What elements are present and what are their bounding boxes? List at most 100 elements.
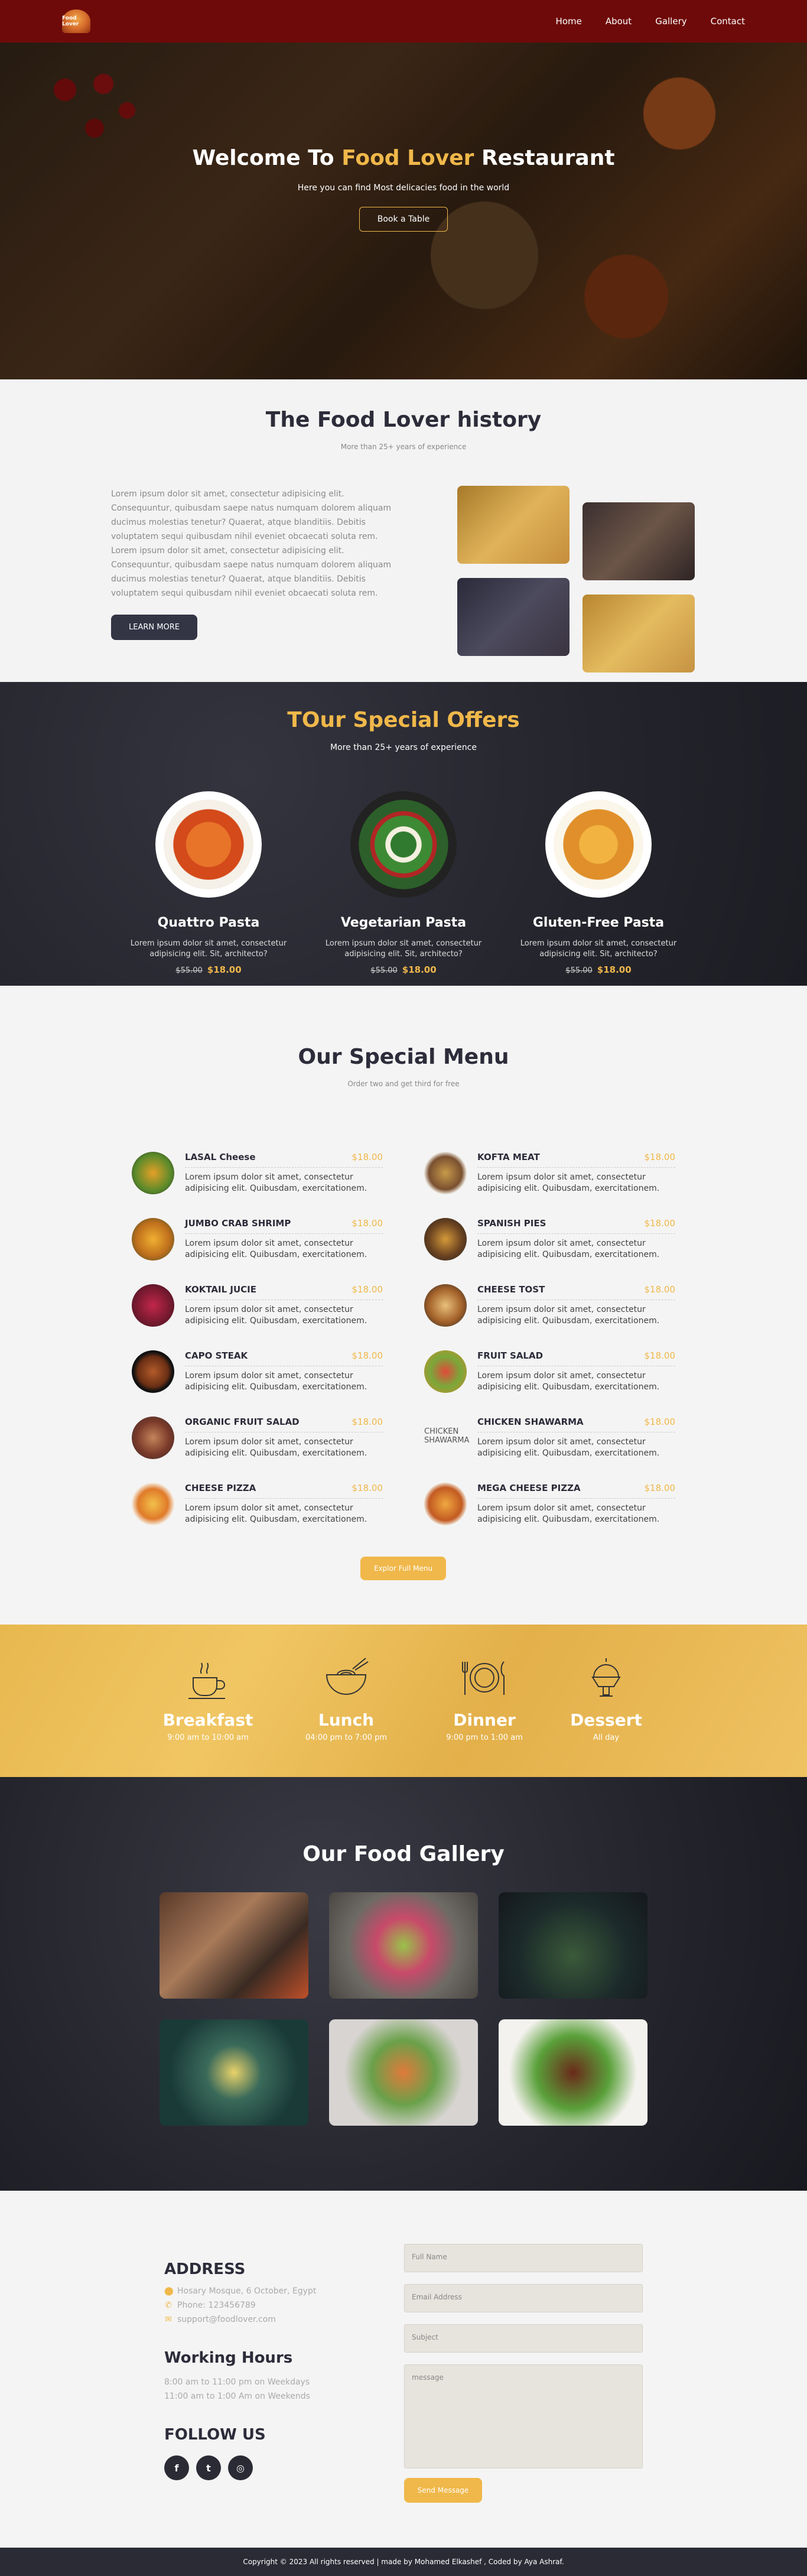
offer-price: $55.00 $18.00 [501,964,696,975]
weekend-hours: 11:00 am to 1:00 Am on Weekends [164,2392,310,2401]
offer-desc: Lorem ipsum dolor sit amet, consectetur … [325,939,482,959]
offers-subtitle: More than 25+ years of experience [330,743,477,752]
menu-item-name: CAPO STEAK [185,1350,248,1361]
menu-item-name: KOFTA MEAT [477,1152,540,1162]
email-line: ✉ support@foodlover.com [164,2315,276,2324]
menu-item-price: $18.00 [644,1284,676,1295]
email-field[interactable]: Email Address [404,2284,643,2312]
message-field[interactable]: message [404,2364,643,2468]
twitter-icon[interactable]: t [196,2455,221,2480]
menu-item-desc: Lorem ipsum dolor sit amet, consectetur … [185,1437,367,1458]
special-offers-section: TOur Special Offers More than 25+ years … [0,682,807,986]
offer-card: Vegetarian Pasta Lorem ipsum dolor sit a… [306,791,501,975]
offer-card: Gluten-Free Pasta Lorem ipsum dolor sit … [501,791,696,975]
menu-item-name: FRUIT SALAD [477,1350,544,1361]
gallery-section: Our Food Gallery [0,1777,807,2191]
menu-item: JUMBO CRAB SHRIMP $18.00 Lorem ipsum dolor… [132,1216,383,1263]
gallery-image[interactable] [160,2019,308,2126]
gallery-image[interactable] [329,1892,478,1999]
menu-item-desc: Lorem ipsum dolor sit amet, consectetur … [477,1371,660,1392]
menu-item-desc: Lorem ipsum dolor sit amet, consectetur … [185,1172,367,1193]
learn-more-button[interactable]: LEARN MORE [111,615,197,640]
menu-item-name: MEGA CHEESE PIZZA [477,1483,581,1493]
menu-item: FRUIT SALAD $18.00 Lorem ipsum dolor sit a… [424,1348,675,1395]
offer-old-price: $55.00 [370,966,398,975]
email-text: support@foodlover.com [177,2315,276,2324]
offer-old-price: $55.00 [175,966,203,975]
history-image-1 [457,486,570,564]
menu-item-price: $18.00 [644,1483,676,1493]
menu-item-image [132,1483,174,1525]
menu-item: CHEESE PIZZA $18.00 Lorem ipsum dolor sit … [132,1480,383,1528]
hours-title: Dinner [453,1710,516,1730]
hero-title-accent: Food Lover [341,146,474,170]
address-title: ADDRESS [164,2260,246,2278]
location-pin-icon: ⬤ [164,2286,174,2296]
instagram-icon[interactable]: ◎ [228,2455,253,2480]
nav-home-link[interactable]: Home [556,16,582,27]
hours-dessert: Dessert All day [547,1651,665,1742]
book-table-button[interactable]: Book a Table [359,207,448,232]
hours-time: All day [593,1733,620,1742]
nav-about-link[interactable]: About [606,16,632,27]
offer-new-price: $18.00 [597,964,632,975]
gallery-image[interactable] [160,1892,308,1999]
menu-item-desc: Lorem ipsum dolor sit amet, consectetur … [185,1371,367,1392]
menu-item-name: CHICKEN SHAWARMA [477,1417,584,1427]
logo[interactable]: Food Lover [62,9,90,33]
menu-item-name: ORGANIC FRUIT SALAD [185,1417,300,1427]
history-subtitle: More than 25+ years of experience [340,443,467,451]
phone-icon: ✆ [165,2301,172,2310]
menu-item-broken-image: CHICKEN SHAWARMA [424,1427,470,1445]
offer-desc: Lorem ipsum dolor sit amet, consectetur … [520,939,677,959]
menu-item-image [132,1152,174,1194]
menu-item-desc: Lorem ipsum dolor sit amet, consectetur … [477,1305,660,1326]
hours-lunch: Lunch 04:00 pm to 7:00 pm [287,1651,405,1742]
hours-time: 9:00 pm to 1:00 am [446,1733,523,1742]
menu-item-desc: Lorem ipsum dolor sit amet, consectetur … [185,1305,367,1326]
menu-item-name: CHEESE TOST [477,1284,545,1295]
hours-breakfast: Breakfast 9:00 am to 10:00 am [149,1651,267,1742]
menu-item-price: $18.00 [644,1417,676,1427]
offer-name: Vegetarian Pasta [340,915,467,930]
history-image-4 [583,595,695,673]
menu-title: Our Special Menu [298,1045,509,1069]
send-message-button[interactable]: Send Message [404,2478,482,2503]
menu-item-desc: Lorem ipsum dolor sit amet, consectetur … [185,1503,367,1524]
full-name-field[interactable]: Full Name [404,2244,643,2272]
menu-item: CAPO STEAK $18.00 Lorem ipsum dolor sit am… [132,1348,383,1395]
facebook-icon[interactable]: f [164,2455,189,2480]
offer-image [545,791,652,898]
gallery-image[interactable] [329,2019,478,2126]
history-section: The Food Lover history More than 25+ yea… [0,379,807,682]
subject-field[interactable]: Subject [404,2324,643,2353]
gallery-image[interactable] [499,2019,647,2126]
menu-item-name: JUMBO CRAB SHRIMP [185,1218,291,1229]
menu-item-image [132,1350,174,1393]
explore-menu-button[interactable]: Explor Full Menu [360,1557,446,1580]
offer-price: $55.00 $18.00 [306,964,501,975]
nav-contact-link[interactable]: Contact [711,16,745,27]
nav-gallery-link[interactable]: Gallery [655,16,686,27]
menu-item-divider [477,1498,675,1499]
history-text: Lorem ipsum dolor sit amet, consectetur … [111,489,392,598]
ice-cream-icon [591,1658,621,1697]
menu-item: ORGANIC FRUIT SALAD $18.00 Lorem ipsum dol… [132,1414,383,1461]
offer-desc: Lorem ipsum dolor sit amet, consectetur … [130,939,287,959]
gallery-image[interactable] [499,1892,647,1999]
offer-image [350,791,457,898]
menu-item-name: KOKTAIL JUCIE [185,1284,256,1295]
menu-subtitle: Order two and get third for free [347,1080,460,1088]
menu-item-name: SPANISH PIES [477,1218,546,1229]
menu-item-name: CHEESE PIZZA [185,1483,256,1493]
menu-item-image [132,1218,174,1261]
menu-item: LASAL Cheese $18.00 Lorem ipsum dolor sit … [132,1149,383,1197]
menu-item-image [424,1152,467,1194]
hero-title-pre: Welcome To [192,146,342,170]
social-links: f t ◎ [164,2455,253,2480]
coffee-cup-icon [188,1662,225,1699]
menu-item-image [132,1284,174,1327]
logo-text: Food Lover [62,15,79,27]
menu-item-divider [477,1167,675,1168]
menu-item-desc: Lorem ipsum dolor sit amet, consectetur … [185,1239,367,1259]
